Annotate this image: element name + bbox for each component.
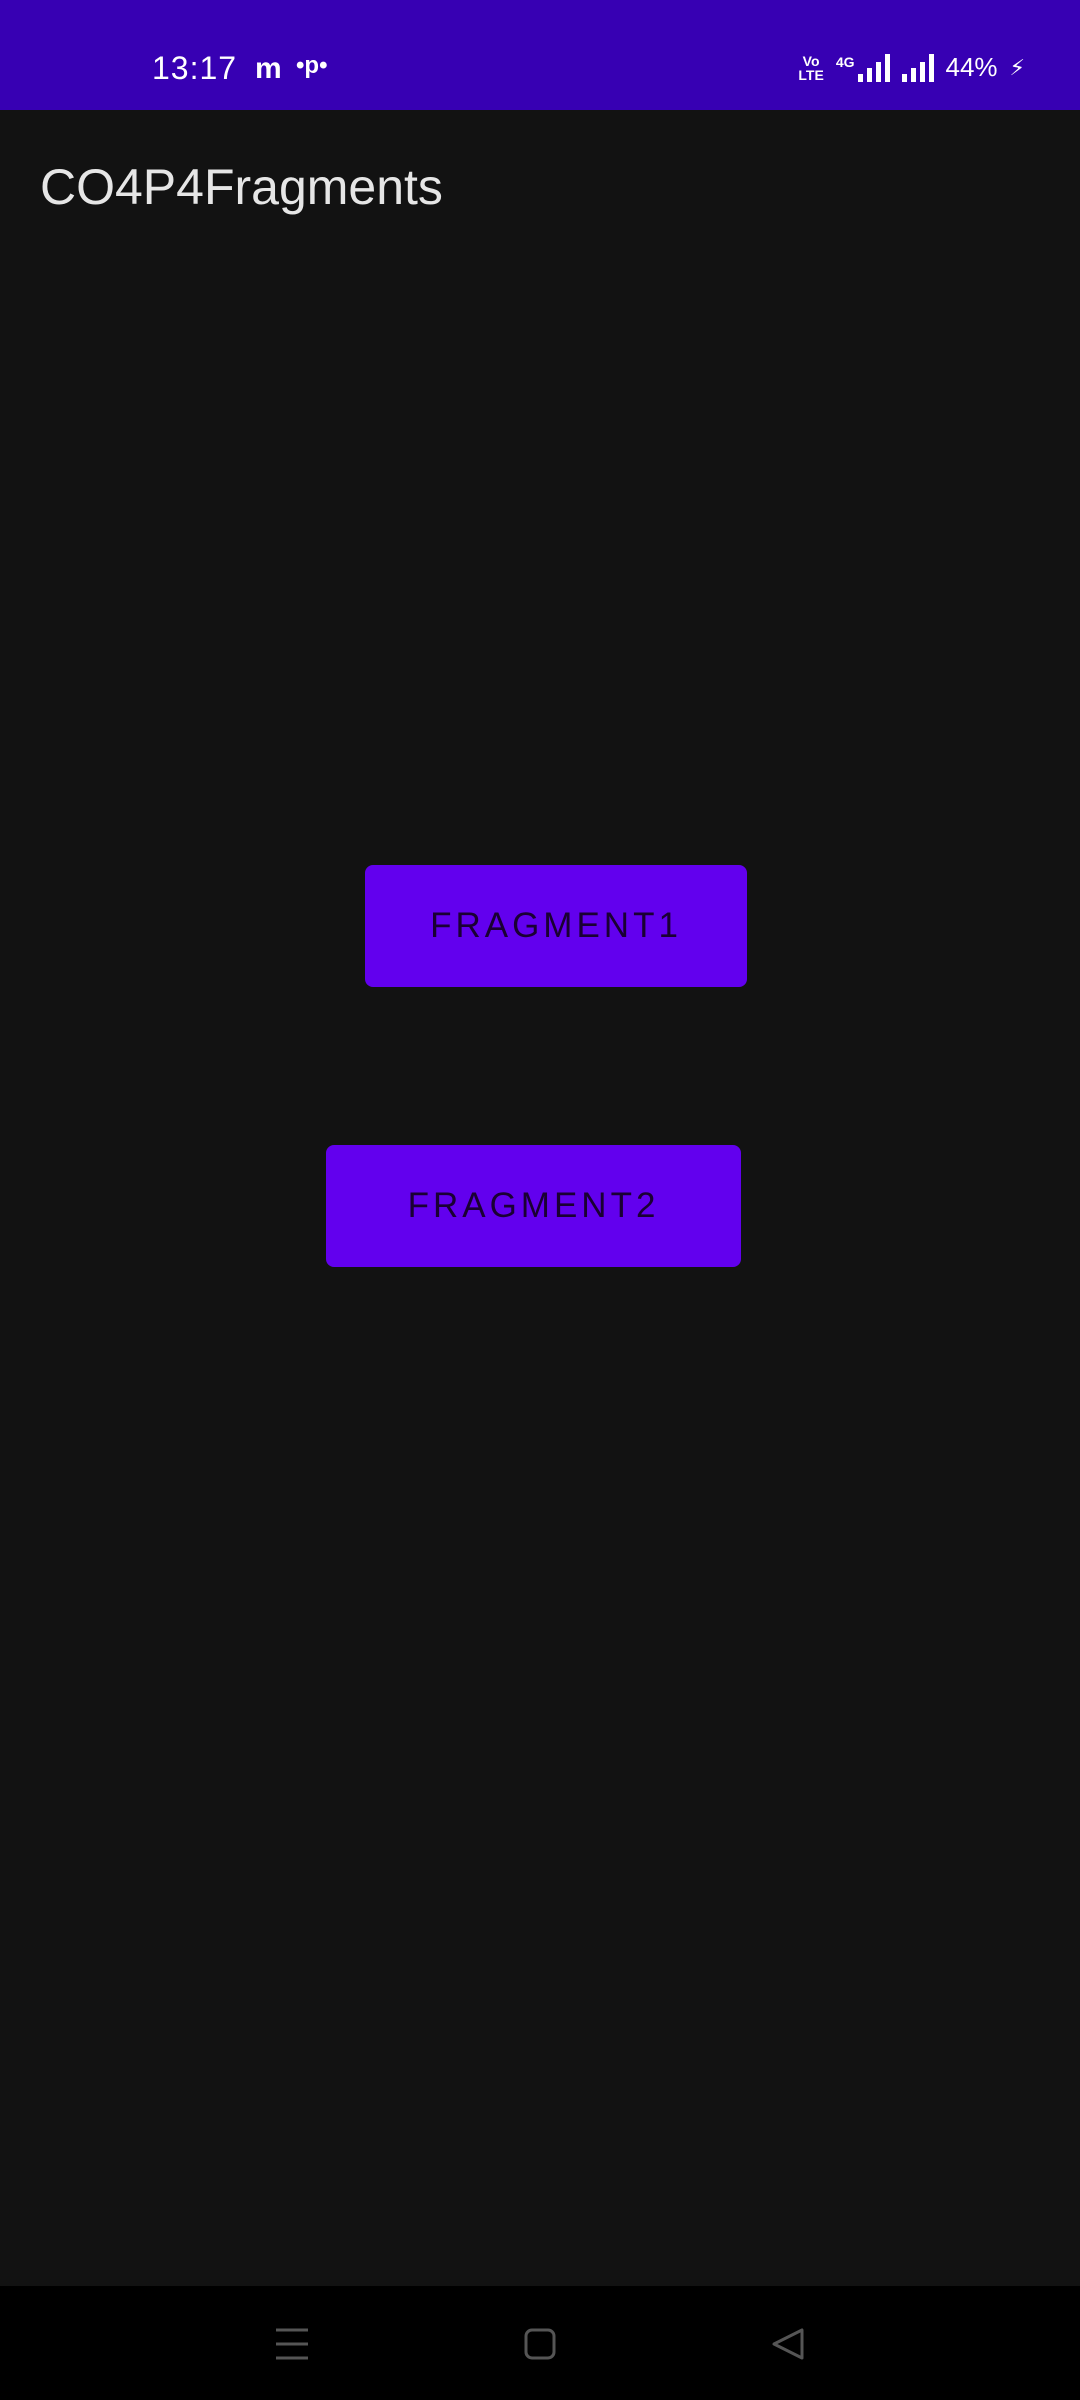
app-title: CO4P4Fragments (40, 159, 443, 215)
notification-p-icon: •p• (296, 52, 328, 79)
back-icon[interactable] (758, 2314, 818, 2374)
navigation-bar (0, 2286, 1080, 2400)
volte-icon: Vo LTE (798, 52, 824, 83)
battery-percentage: 44% (945, 52, 998, 82)
signal-4g-icon: 4G (836, 53, 890, 82)
main-content: FRAGMENT1 FRAGMENT2 (0, 260, 1080, 2286)
charging-icon: ⚡ (1009, 54, 1025, 80)
status-time: 13:17 (152, 50, 238, 86)
status-right-group: Vo LTE 4G 44% ⚡ (798, 52, 1025, 83)
signal-strength-icon (901, 53, 934, 82)
notification-m-icon: m (255, 52, 282, 85)
fragment1-button[interactable]: FRAGMENT1 (365, 865, 747, 987)
app-bar: CO4P4Fragments (0, 110, 1080, 260)
home-icon[interactable] (510, 2314, 570, 2374)
recents-menu-icon[interactable] (262, 2314, 322, 2374)
fragment2-button[interactable]: FRAGMENT2 (326, 1145, 741, 1267)
status-bar: 13:17 m •p• Vo LTE 4G 44% ⚡ (0, 0, 1080, 110)
